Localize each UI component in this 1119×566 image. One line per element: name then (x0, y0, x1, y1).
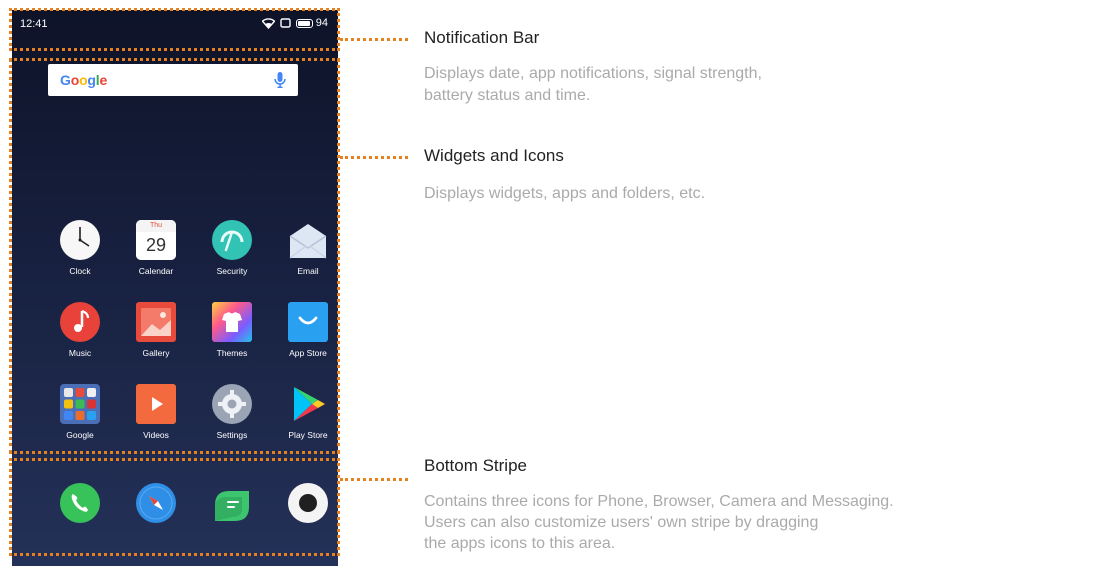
play-store-icon (288, 384, 328, 424)
settings-icon (212, 384, 252, 424)
calendar-day: 29 (136, 232, 176, 260)
phone-screen: 12:41 94 Google Clock Thu 29 Calendar Se… (12, 10, 338, 566)
music-icon (60, 302, 100, 342)
dock-browser[interactable] (116, 483, 196, 529)
email-icon (288, 220, 328, 260)
bottom-stripe-desc-line3: the apps icons to this area. (424, 535, 616, 552)
battery-fill (297, 20, 310, 26)
google-logo: Google (60, 72, 108, 88)
battery-icon (295, 18, 313, 28)
app-label: Calendar (138, 266, 174, 276)
videos-icon (136, 384, 176, 424)
calendar-weekday: Thu (136, 220, 176, 232)
gallery-icon (136, 302, 176, 342)
dock-phone[interactable] (40, 483, 120, 529)
bottom-stripe-leader (340, 478, 408, 481)
app-label: Clock (69, 266, 91, 276)
app-folder-google[interactable]: Google (40, 384, 120, 440)
dock-messaging[interactable] (192, 483, 272, 529)
notification-bar-desc-line2: battery status and time. (424, 87, 591, 104)
app-settings[interactable]: Settings (192, 384, 272, 440)
calendar-icon: Thu 29 (136, 220, 176, 260)
app-label: Play Store (288, 430, 328, 440)
battery-percent: 94 (315, 17, 328, 29)
wifi-icon (261, 17, 275, 29)
app-play-store[interactable]: Play Store (268, 384, 338, 440)
security-icon (212, 220, 252, 260)
bottom-stripe-title: Bottom Stripe (424, 456, 527, 475)
app-label: Settings (216, 430, 248, 440)
status-bar: 12:41 94 (12, 10, 338, 38)
app-label: Security (216, 266, 248, 276)
google-search-bar[interactable]: Google (48, 64, 298, 96)
dock-camera[interactable] (268, 483, 338, 529)
app-label: App Store (289, 348, 327, 358)
app-gallery[interactable]: Gallery (116, 302, 196, 358)
app-store-icon (288, 302, 328, 342)
app-label: Email (297, 266, 319, 276)
phone-icon (60, 483, 100, 523)
app-themes[interactable]: Themes (192, 302, 272, 358)
screen-icon (280, 18, 291, 28)
widgets-leader (340, 156, 408, 159)
app-label: Themes (216, 348, 248, 358)
browser-icon (136, 483, 176, 523)
app-clock[interactable]: Clock (40, 220, 120, 276)
app-security[interactable]: Security (192, 220, 272, 276)
app-calendar[interactable]: Thu 29 Calendar (116, 220, 196, 276)
bottom-stripe-desc-line1: Contains three icons for Phone, Browser,… (424, 493, 894, 510)
battery-indicator: 94 (295, 17, 328, 29)
mic-icon[interactable] (274, 71, 286, 89)
status-icons: 94 (261, 17, 328, 29)
camera-icon (288, 483, 328, 523)
notification-bar-title: Notification Bar (424, 28, 540, 47)
app-videos[interactable]: Videos (116, 384, 196, 440)
status-time: 12:41 (20, 18, 48, 30)
app-label: Gallery (142, 348, 170, 358)
themes-icon (212, 302, 252, 342)
app-music[interactable]: Music (40, 302, 120, 358)
folder-icon (60, 384, 100, 424)
app-label: Videos (143, 430, 169, 440)
widgets-title: Widgets and Icons (424, 146, 564, 165)
app-email[interactable]: Email (268, 220, 338, 276)
clock-icon (60, 220, 100, 260)
messaging-icon (212, 483, 252, 523)
app-label: Google (66, 430, 94, 440)
app-label: Music (68, 348, 92, 358)
widgets-desc: Displays widgets, apps and folders, etc. (424, 185, 706, 202)
notification-bar-leader (340, 38, 408, 41)
bottom-stripe-desc-line2: Users can also customize users' own stri… (424, 514, 819, 531)
app-app-store[interactable]: App Store (268, 302, 338, 358)
notification-bar-desc-line1: Displays date, app notifications, signal… (424, 65, 762, 82)
